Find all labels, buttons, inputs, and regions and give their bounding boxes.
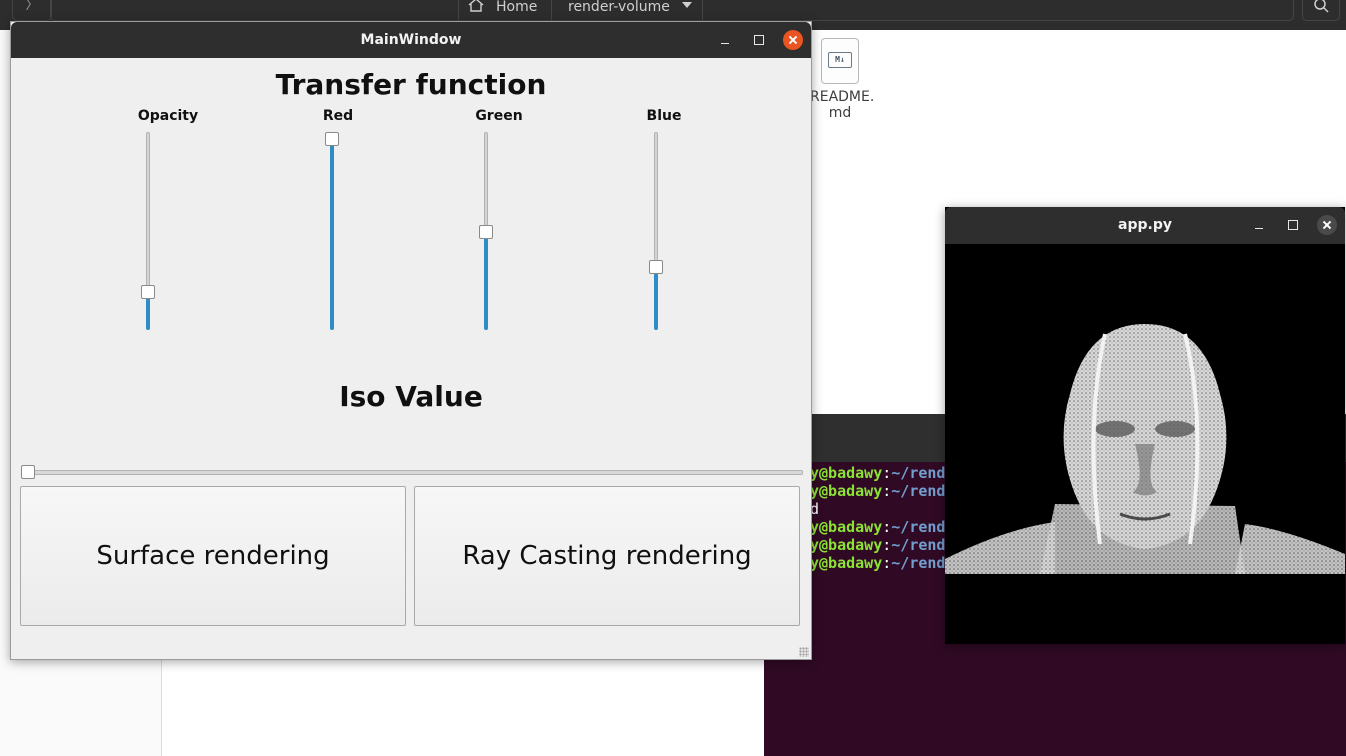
- iso-value-heading: Iso Value: [339, 380, 483, 413]
- breadcrumb-render-volume[interactable]: render-volume: [552, 0, 703, 20]
- app-title-bar[interactable]: app.py: [945, 207, 1345, 244]
- transfer-function-heading: Transfer function: [275, 68, 547, 101]
- minimize-icon[interactable]: [1249, 215, 1269, 235]
- render-viewport[interactable]: [945, 244, 1345, 644]
- search-button[interactable]: [1302, 0, 1340, 21]
- markdown-file-icon: M↓: [821, 38, 859, 84]
- iso-value-slider[interactable]: [21, 464, 803, 480]
- ray-casting-rendering-button[interactable]: Ray Casting rendering: [414, 486, 800, 626]
- blue-label: Blue: [646, 108, 682, 124]
- surface-rendering-button[interactable]: Surface rendering: [20, 486, 406, 626]
- green-slider[interactable]: [478, 132, 494, 330]
- opacity-slider[interactable]: [140, 132, 156, 330]
- slider-handle[interactable]: [325, 132, 339, 146]
- opacity-label: Opacity: [137, 108, 199, 124]
- markdown-badge: M↓: [828, 52, 852, 68]
- breadcrumb-home-label: Home: [496, 0, 538, 15]
- resize-grip[interactable]: [799, 647, 809, 657]
- file-item-readme[interactable]: M↓ README. md: [810, 38, 875, 121]
- slider-handle[interactable]: [479, 225, 493, 239]
- close-icon[interactable]: [783, 30, 803, 50]
- main-window-title: MainWindow: [360, 32, 462, 48]
- maximize-icon[interactable]: [1283, 215, 1303, 235]
- maximize-icon[interactable]: [749, 30, 769, 50]
- volume-render-head: [945, 324, 1345, 574]
- file-name: README. md: [810, 89, 875, 121]
- green-label: Green: [475, 108, 523, 124]
- slider-handle[interactable]: [21, 465, 35, 479]
- chevron-down-icon[interactable]: [682, 2, 692, 8]
- main-window[interactable]: MainWindow Transfer function Opacity Red…: [10, 21, 812, 660]
- slider-handle[interactable]: [649, 260, 663, 275]
- breadcrumb-render-volume-label: render-volume: [568, 0, 670, 15]
- app-py-window[interactable]: app.py: [945, 207, 1345, 644]
- blue-slider[interactable]: [648, 132, 664, 330]
- minimize-icon[interactable]: [715, 30, 735, 50]
- home-icon: [467, 0, 485, 20]
- red-slider[interactable]: [324, 132, 340, 330]
- search-icon: [1314, 0, 1329, 13]
- chevron-left-icon[interactable]: 〉: [12, 0, 52, 21]
- red-label: Red: [322, 108, 354, 124]
- slider-handle[interactable]: [141, 284, 155, 299]
- breadcrumb-home[interactable]: Home: [458, 0, 552, 20]
- main-title-bar[interactable]: MainWindow: [11, 22, 811, 58]
- close-icon[interactable]: [1317, 215, 1337, 235]
